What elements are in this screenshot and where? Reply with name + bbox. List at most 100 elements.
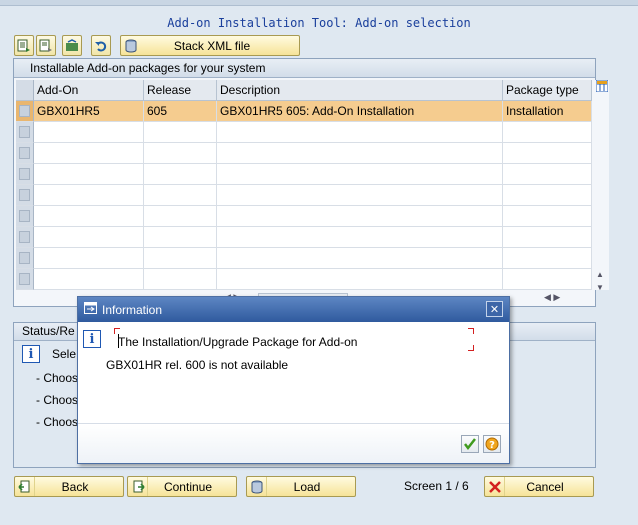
- table-row[interactable]: [16, 269, 592, 290]
- dialog-button-bar: [78, 423, 509, 463]
- column-header[interactable]: Add-On: [34, 80, 144, 101]
- window-icon: [84, 302, 97, 317]
- scroll-right-icon[interactable]: ◀ ▶: [544, 292, 560, 303]
- table-cell: [34, 164, 144, 185]
- table-cell: [144, 206, 217, 227]
- select-all-button[interactable]: [14, 35, 34, 56]
- table-cell: [217, 185, 503, 206]
- dialog-body: i The Installation/Upgrade Package for A…: [78, 323, 509, 463]
- continue-button[interactable]: Continue: [127, 476, 237, 497]
- table-row[interactable]: [16, 227, 592, 248]
- database-icon: [121, 36, 141, 55]
- table-cell: GBX01HR5: [34, 101, 144, 122]
- close-icon[interactable]: ✕: [486, 301, 503, 317]
- table-cell: 605: [144, 101, 217, 122]
- table-row[interactable]: GBX01HR5 605 GBX01HR5 605: Add-On Installa…: [16, 101, 592, 122]
- scroll-down-icon[interactable]: ▼: [596, 283, 604, 292]
- back-button[interactable]: Back: [14, 476, 124, 497]
- table-cell: [217, 248, 503, 269]
- table-row[interactable]: [16, 164, 592, 185]
- back-icon: [15, 477, 35, 496]
- column-header[interactable]: Description: [217, 80, 503, 101]
- info-icon: i: [22, 345, 40, 363]
- table-row[interactable]: [16, 185, 592, 206]
- table-header-row[interactable]: Add-On Release Description Package type: [16, 80, 592, 101]
- load-label: Load: [293, 479, 321, 494]
- focus-corner-icon: [468, 345, 474, 351]
- status-line: Sele: [52, 347, 77, 361]
- focus-corner-icon: [114, 328, 120, 334]
- column-header[interactable]: Release: [144, 80, 217, 101]
- table-cell: [144, 227, 217, 248]
- vertical-scrollbar[interactable]: ▲ ▼: [592, 79, 609, 292]
- deselect-button[interactable]: [36, 35, 56, 56]
- row-selector: [16, 248, 34, 269]
- column-header[interactable]: Package type: [503, 80, 592, 101]
- table-cell: [503, 185, 592, 206]
- table-cell: [144, 269, 217, 290]
- stack-xml-button[interactable]: Stack XML file: [120, 35, 300, 56]
- table-cell: [34, 269, 144, 290]
- row-selector: [16, 164, 34, 185]
- addon-table: Add-On Release Description Package type GBX0…: [16, 80, 592, 290]
- table-row[interactable]: [16, 248, 592, 269]
- table-cell: [503, 227, 592, 248]
- table-cell: [34, 185, 144, 206]
- table-cell: [217, 143, 503, 164]
- database-icon: [247, 477, 267, 496]
- help-button[interactable]: ?: [483, 435, 501, 453]
- table-cell: [217, 227, 503, 248]
- screen-indicator: Screen 1 / 6: [404, 479, 469, 493]
- table-cell: GBX01HR5 605: Add-On Installation: [217, 101, 503, 122]
- row-selector: [16, 185, 34, 206]
- table-cell: [217, 269, 503, 290]
- row-selector: [16, 206, 34, 227]
- table-cell: [144, 164, 217, 185]
- svg-text:?: ?: [489, 440, 495, 451]
- status-line: - Choos: [36, 415, 79, 429]
- focus-corner-icon: [468, 328, 474, 334]
- load-button[interactable]: Load: [246, 476, 356, 497]
- dialog-titlebar[interactable]: Information: [78, 297, 509, 322]
- table-cell: [503, 122, 592, 143]
- undo-button[interactable]: [91, 35, 111, 56]
- table-row[interactable]: [16, 122, 592, 143]
- refresh-icon: [66, 38, 78, 51]
- table-row[interactable]: [16, 206, 592, 227]
- table-cell: [217, 122, 503, 143]
- confirm-button[interactable]: [461, 435, 479, 453]
- table-cell: Installation: [503, 101, 592, 122]
- table-settings-icon[interactable]: [595, 79, 609, 94]
- table-cell: [503, 143, 592, 164]
- cancel-label: Cancel: [526, 479, 564, 494]
- table-cell: [144, 122, 217, 143]
- cancel-button[interactable]: Cancel: [484, 476, 594, 497]
- back-label: Back: [61, 479, 89, 494]
- table-cell: [144, 248, 217, 269]
- continue-icon: [128, 477, 148, 496]
- cancel-icon: [485, 477, 505, 496]
- table-cell: [503, 206, 592, 227]
- refresh-button[interactable]: [62, 35, 82, 56]
- table-cell: [503, 269, 592, 290]
- row-selector: [16, 101, 34, 122]
- info-icon: i: [83, 330, 101, 348]
- checkmark-icon: [464, 438, 476, 451]
- table-cell: [34, 206, 144, 227]
- information-dialog: Information ✕ i The Installation/Upgrade…: [77, 296, 510, 464]
- table-cell: [217, 164, 503, 185]
- table-row[interactable]: [16, 143, 592, 164]
- row-selector: [16, 122, 34, 143]
- status-line: - Choos: [36, 393, 79, 407]
- select-all-icon: [17, 39, 30, 52]
- table-cell: [144, 185, 217, 206]
- panel-caption: Installable Add-on packages for your sys…: [14, 59, 595, 78]
- stack-xml-label: Stack XML file: [173, 38, 251, 53]
- table-cell: [34, 143, 144, 164]
- dialog-message-line1: The Installation/Upgrade Package for Add…: [118, 335, 358, 349]
- row-selector: [16, 143, 34, 164]
- help-icon: ?: [485, 437, 499, 451]
- scroll-up-icon[interactable]: ▲: [596, 270, 604, 279]
- status-line: - Choos: [36, 371, 79, 385]
- dialog-message-line2: GBX01HR rel. 600 is not available: [106, 358, 289, 372]
